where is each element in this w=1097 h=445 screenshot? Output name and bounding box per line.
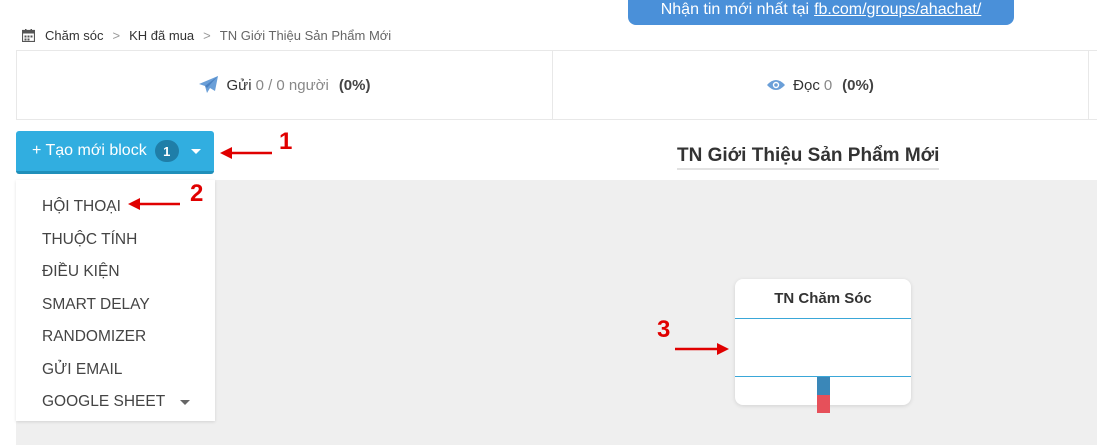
menu-item-hoi-thoai[interactable]: HỘI THOẠI — [16, 191, 215, 224]
banner-link[interactable]: fb.com/groups/ahachat/ — [814, 1, 981, 19]
annotation-number-3: 3 — [657, 316, 671, 343]
flow-node-body — [735, 319, 911, 377]
stat-read-value: 0 — [823, 76, 833, 94]
menu-item-randomizer[interactable]: RANDOMIZER — [16, 321, 215, 354]
chevron-down-icon — [180, 399, 191, 405]
stats-bar: Gửi 0 / 0 người (0%) Đọc 0 (0%) — [16, 50, 1097, 120]
menu-item-label: GỬI EMAIL — [42, 360, 123, 378]
breadcrumb-separator: > — [112, 27, 121, 43]
new-block-button[interactable]: + Tạo mới block 1 — [16, 131, 214, 174]
breadcrumb-item-current: TN Giới Thiệu Sản Phẩm Mới — [219, 27, 392, 43]
annotation-number-2: 2 — [190, 180, 204, 207]
menu-item-smart-delay[interactable]: SMART DELAY — [16, 289, 215, 322]
stat-sent-percent: (0%) — [338, 76, 371, 94]
flow-node-title: TN Chăm Sóc — [735, 279, 911, 319]
menu-item-label: SMART DELAY — [42, 295, 150, 313]
stat-read: Đọc 0 (0%) — [552, 51, 1088, 119]
menu-item-label: RANDOMIZER — [42, 328, 147, 346]
new-block-dropdown: HỘI THOẠI THUỘC TÍNH ĐIỀU KIỆN SMART DEL… — [16, 180, 215, 421]
menu-item-dieu-kien[interactable]: ĐIỀU KIỆN — [16, 256, 215, 289]
menu-item-label: GOOGLE SHEET — [42, 393, 166, 411]
breadcrumb: Chăm sóc > KH đã mua > TN Giới Thiệu Sản… — [22, 27, 391, 43]
annotation-number-1: 1 — [279, 128, 293, 155]
menu-item-label: ĐIỀU KIỆN — [42, 263, 120, 281]
stat-empty — [1088, 51, 1097, 119]
eye-icon — [767, 80, 786, 90]
stat-sent-value: 0 / 0 người — [255, 76, 329, 94]
paper-plane-icon — [198, 76, 218, 93]
flow-node[interactable]: TN Chăm Sóc — [735, 279, 911, 413]
stat-sent-label: Gửi — [226, 76, 252, 94]
breadcrumb-item-kh-da-mua[interactable]: KH đã mua — [129, 28, 194, 43]
menu-item-google-sheet[interactable]: GOOGLE SHEET — [16, 386, 215, 419]
chevron-down-icon — [190, 148, 201, 154]
menu-item-label: HỘI THOẠI — [42, 198, 121, 216]
connector-bottom — [817, 395, 830, 413]
new-block-count-badge: 1 — [154, 140, 179, 162]
breadcrumb-item-cham-soc[interactable]: Chăm sóc — [45, 28, 104, 43]
stat-read-label: Đọc — [793, 76, 820, 94]
annotation-arrow-1 — [220, 147, 272, 159]
news-banner[interactable]: Nhận tin mới nhất tại fb.com/groups/ahac… — [628, 0, 1014, 25]
stat-read-percent: (0%) — [842, 76, 874, 94]
calendar-icon — [22, 28, 35, 42]
annotation-arrow-3 — [675, 343, 729, 355]
breadcrumb-separator: > — [203, 27, 211, 43]
flow-title: TN Giới Thiệu Sản Phẩm Mới — [677, 145, 940, 170]
menu-item-gui-email[interactable]: GỬI EMAIL — [16, 354, 215, 387]
connector-top — [817, 377, 830, 395]
stat-sent: Gửi 0 / 0 người (0%) — [16, 51, 552, 119]
banner-text: Nhận tin mới nhất tại — [660, 0, 810, 18]
node-output-connector[interactable] — [817, 377, 830, 413]
menu-item-thuoc-tinh[interactable]: THUỘC TÍNH — [16, 224, 215, 257]
annotation-arrow-2 — [128, 198, 180, 210]
menu-item-label: THUỘC TÍNH — [42, 230, 138, 248]
new-block-label: + Tạo mới block — [32, 142, 147, 159]
